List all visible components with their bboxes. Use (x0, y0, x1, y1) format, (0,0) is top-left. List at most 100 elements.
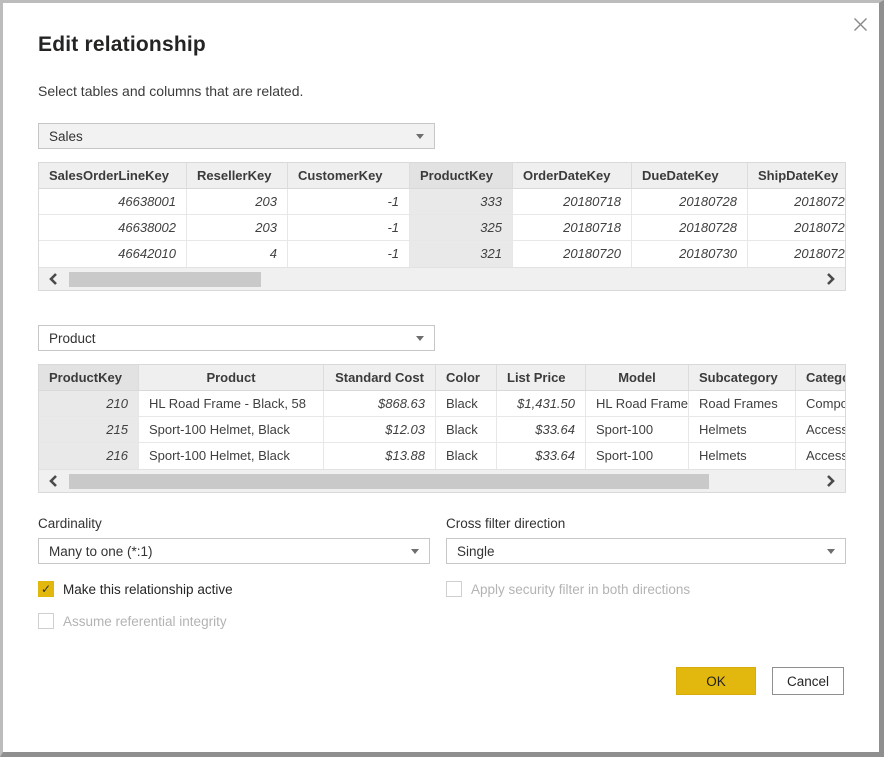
table-cell[interactable]: 203 (187, 189, 288, 215)
column-header-customerkey[interactable]: CustomerKey (288, 163, 410, 189)
cross-filter-label: Cross filter direction (446, 516, 846, 538)
column-header-productkey[interactable]: ProductKey (410, 163, 513, 189)
scroll-right-icon[interactable] (817, 268, 845, 291)
table-cell[interactable]: HL Road Frame - Black, 58 (139, 391, 324, 417)
table-select-sales[interactable]: Sales (38, 123, 435, 149)
table-select-product-value: Product (49, 331, 96, 346)
table-cell[interactable]: Components (796, 391, 845, 417)
table-row: 46638002203-1325201807182018072820180725 (39, 215, 845, 241)
column-header-shipdatekey[interactable]: ShipDateKey (748, 163, 845, 189)
scroll-left-icon[interactable] (39, 268, 67, 291)
table-cell[interactable]: Sport-100 Helmet, Black (139, 417, 324, 443)
table-cell[interactable]: Black (436, 391, 497, 417)
table-cell[interactable]: Accessories (796, 443, 845, 469)
column-header-category[interactable]: Category (796, 365, 845, 391)
table-cell[interactable]: Black (436, 443, 497, 469)
column-header-orderdatekey[interactable]: OrderDateKey (513, 163, 632, 189)
chevron-down-icon (411, 549, 419, 554)
column-header-model[interactable]: Model (586, 365, 689, 391)
table-cell[interactable]: $868.63 (324, 391, 436, 417)
checkbox-label[interactable]: Make this relationship active (63, 582, 233, 597)
checkbox-make-active[interactable]: ✓ Make this relationship active (38, 581, 430, 597)
scrollbar-track[interactable] (67, 272, 817, 287)
cardinality-dropdown[interactable]: Many to one (*:1) (38, 538, 430, 564)
relationship-options: Cardinality Many to one (*:1) ✓ Make thi… (38, 516, 844, 629)
sales-preview-table: SalesOrderLineKeyResellerKeyCustomerKeyP… (38, 162, 846, 291)
chevron-down-icon (827, 549, 835, 554)
table-cell[interactable]: 20180720 (513, 241, 632, 267)
table-cell[interactable]: 20180725 (748, 189, 845, 215)
table-cell[interactable]: 210 (39, 391, 139, 417)
table-cell[interactable]: 216 (39, 443, 139, 469)
table-cell[interactable]: $12.03 (324, 417, 436, 443)
table-cell[interactable]: $33.64 (497, 417, 586, 443)
checkbox-unchecked-icon (446, 581, 462, 597)
table-cell[interactable]: 20180730 (632, 241, 748, 267)
column-header-standard-cost[interactable]: Standard Cost (324, 365, 436, 391)
table-cell[interactable]: 20180727 (748, 241, 845, 267)
table-header-row: SalesOrderLineKeyResellerKeyCustomerKeyP… (39, 163, 845, 189)
horizontal-scrollbar (39, 267, 845, 290)
table-cell[interactable]: Road Frames (689, 391, 796, 417)
column-header-resellerkey[interactable]: ResellerKey (187, 163, 288, 189)
table-cell[interactable]: -1 (288, 241, 410, 267)
table-cell[interactable]: 215 (39, 417, 139, 443)
cross-filter-dropdown[interactable]: Single (446, 538, 846, 564)
table-cell[interactable]: 325 (410, 215, 513, 241)
table-cell[interactable]: 4 (187, 241, 288, 267)
table-body: 210HL Road Frame - Black, 58$868.63Black… (39, 391, 845, 469)
table-row: 216Sport-100 Helmet, Black$13.88Black$33… (39, 443, 845, 469)
table-cell[interactable]: 203 (187, 215, 288, 241)
checkbox-checked-icon[interactable]: ✓ (38, 581, 54, 597)
table-cell[interactable]: Accessories (796, 417, 845, 443)
table-cell[interactable]: -1 (288, 215, 410, 241)
column-header-color[interactable]: Color (436, 365, 497, 391)
table-cell[interactable]: 333 (410, 189, 513, 215)
table-cell[interactable]: 321 (410, 241, 513, 267)
checkbox-label: Assume referential integrity (63, 614, 227, 629)
dialog-footer: OK Cancel (38, 667, 844, 695)
table-cell[interactable]: Sport-100 Helmet, Black (139, 443, 324, 469)
product-preview-table: ProductKeyProductStandard CostColorList … (38, 364, 846, 493)
table-cell[interactable]: 20180718 (513, 189, 632, 215)
table-cell[interactable]: Sport-100 (586, 417, 689, 443)
dialog-subtitle: Select tables and columns that are relat… (38, 83, 844, 99)
close-icon[interactable] (849, 13, 871, 35)
ok-button[interactable]: OK (676, 667, 756, 695)
scrollbar-thumb[interactable] (69, 474, 709, 489)
table-cell[interactable]: $1,431.50 (497, 391, 586, 417)
table-cell[interactable]: 46638002 (39, 215, 187, 241)
checkbox-label: Apply security filter in both directions (471, 582, 690, 597)
table-select-product[interactable]: Product (38, 325, 435, 351)
table-cell[interactable]: Helmets (689, 443, 796, 469)
table-cell[interactable]: -1 (288, 189, 410, 215)
scrollbar-track[interactable] (67, 474, 817, 489)
column-header-productkey[interactable]: ProductKey (39, 365, 139, 391)
table-cell[interactable]: $13.88 (324, 443, 436, 469)
page-title: Edit relationship (38, 33, 844, 57)
table-cell[interactable]: 46638001 (39, 189, 187, 215)
table-cell[interactable]: 20180728 (632, 215, 748, 241)
column-header-list-price[interactable]: List Price (497, 365, 586, 391)
scrollbar-thumb[interactable] (69, 272, 261, 287)
table-cell[interactable]: Helmets (689, 417, 796, 443)
table-cell[interactable]: $33.64 (497, 443, 586, 469)
table-cell[interactable]: 20180728 (632, 189, 748, 215)
checkbox-referential-integrity: Assume referential integrity (38, 613, 430, 629)
cancel-button[interactable]: Cancel (772, 667, 844, 695)
table-row: 466420104-1321201807202018073020180727 (39, 241, 845, 267)
table-cell[interactable]: 20180718 (513, 215, 632, 241)
scroll-right-icon[interactable] (817, 470, 845, 493)
table-cell[interactable]: Sport-100 (586, 443, 689, 469)
column-header-subcategory[interactable]: Subcategory (689, 365, 796, 391)
table-cell[interactable]: 20180725 (748, 215, 845, 241)
scroll-left-icon[interactable] (39, 470, 67, 493)
table-cell[interactable]: 46642010 (39, 241, 187, 267)
column-header-salesorderlinekey[interactable]: SalesOrderLineKey (39, 163, 187, 189)
table-cell[interactable]: Black (436, 417, 497, 443)
column-header-duedatekey[interactable]: DueDateKey (632, 163, 748, 189)
table-cell[interactable]: HL Road Frame (586, 391, 689, 417)
cardinality-label: Cardinality (38, 516, 430, 538)
column-header-product[interactable]: Product (139, 365, 324, 391)
table-row: 215Sport-100 Helmet, Black$12.03Black$33… (39, 417, 845, 443)
